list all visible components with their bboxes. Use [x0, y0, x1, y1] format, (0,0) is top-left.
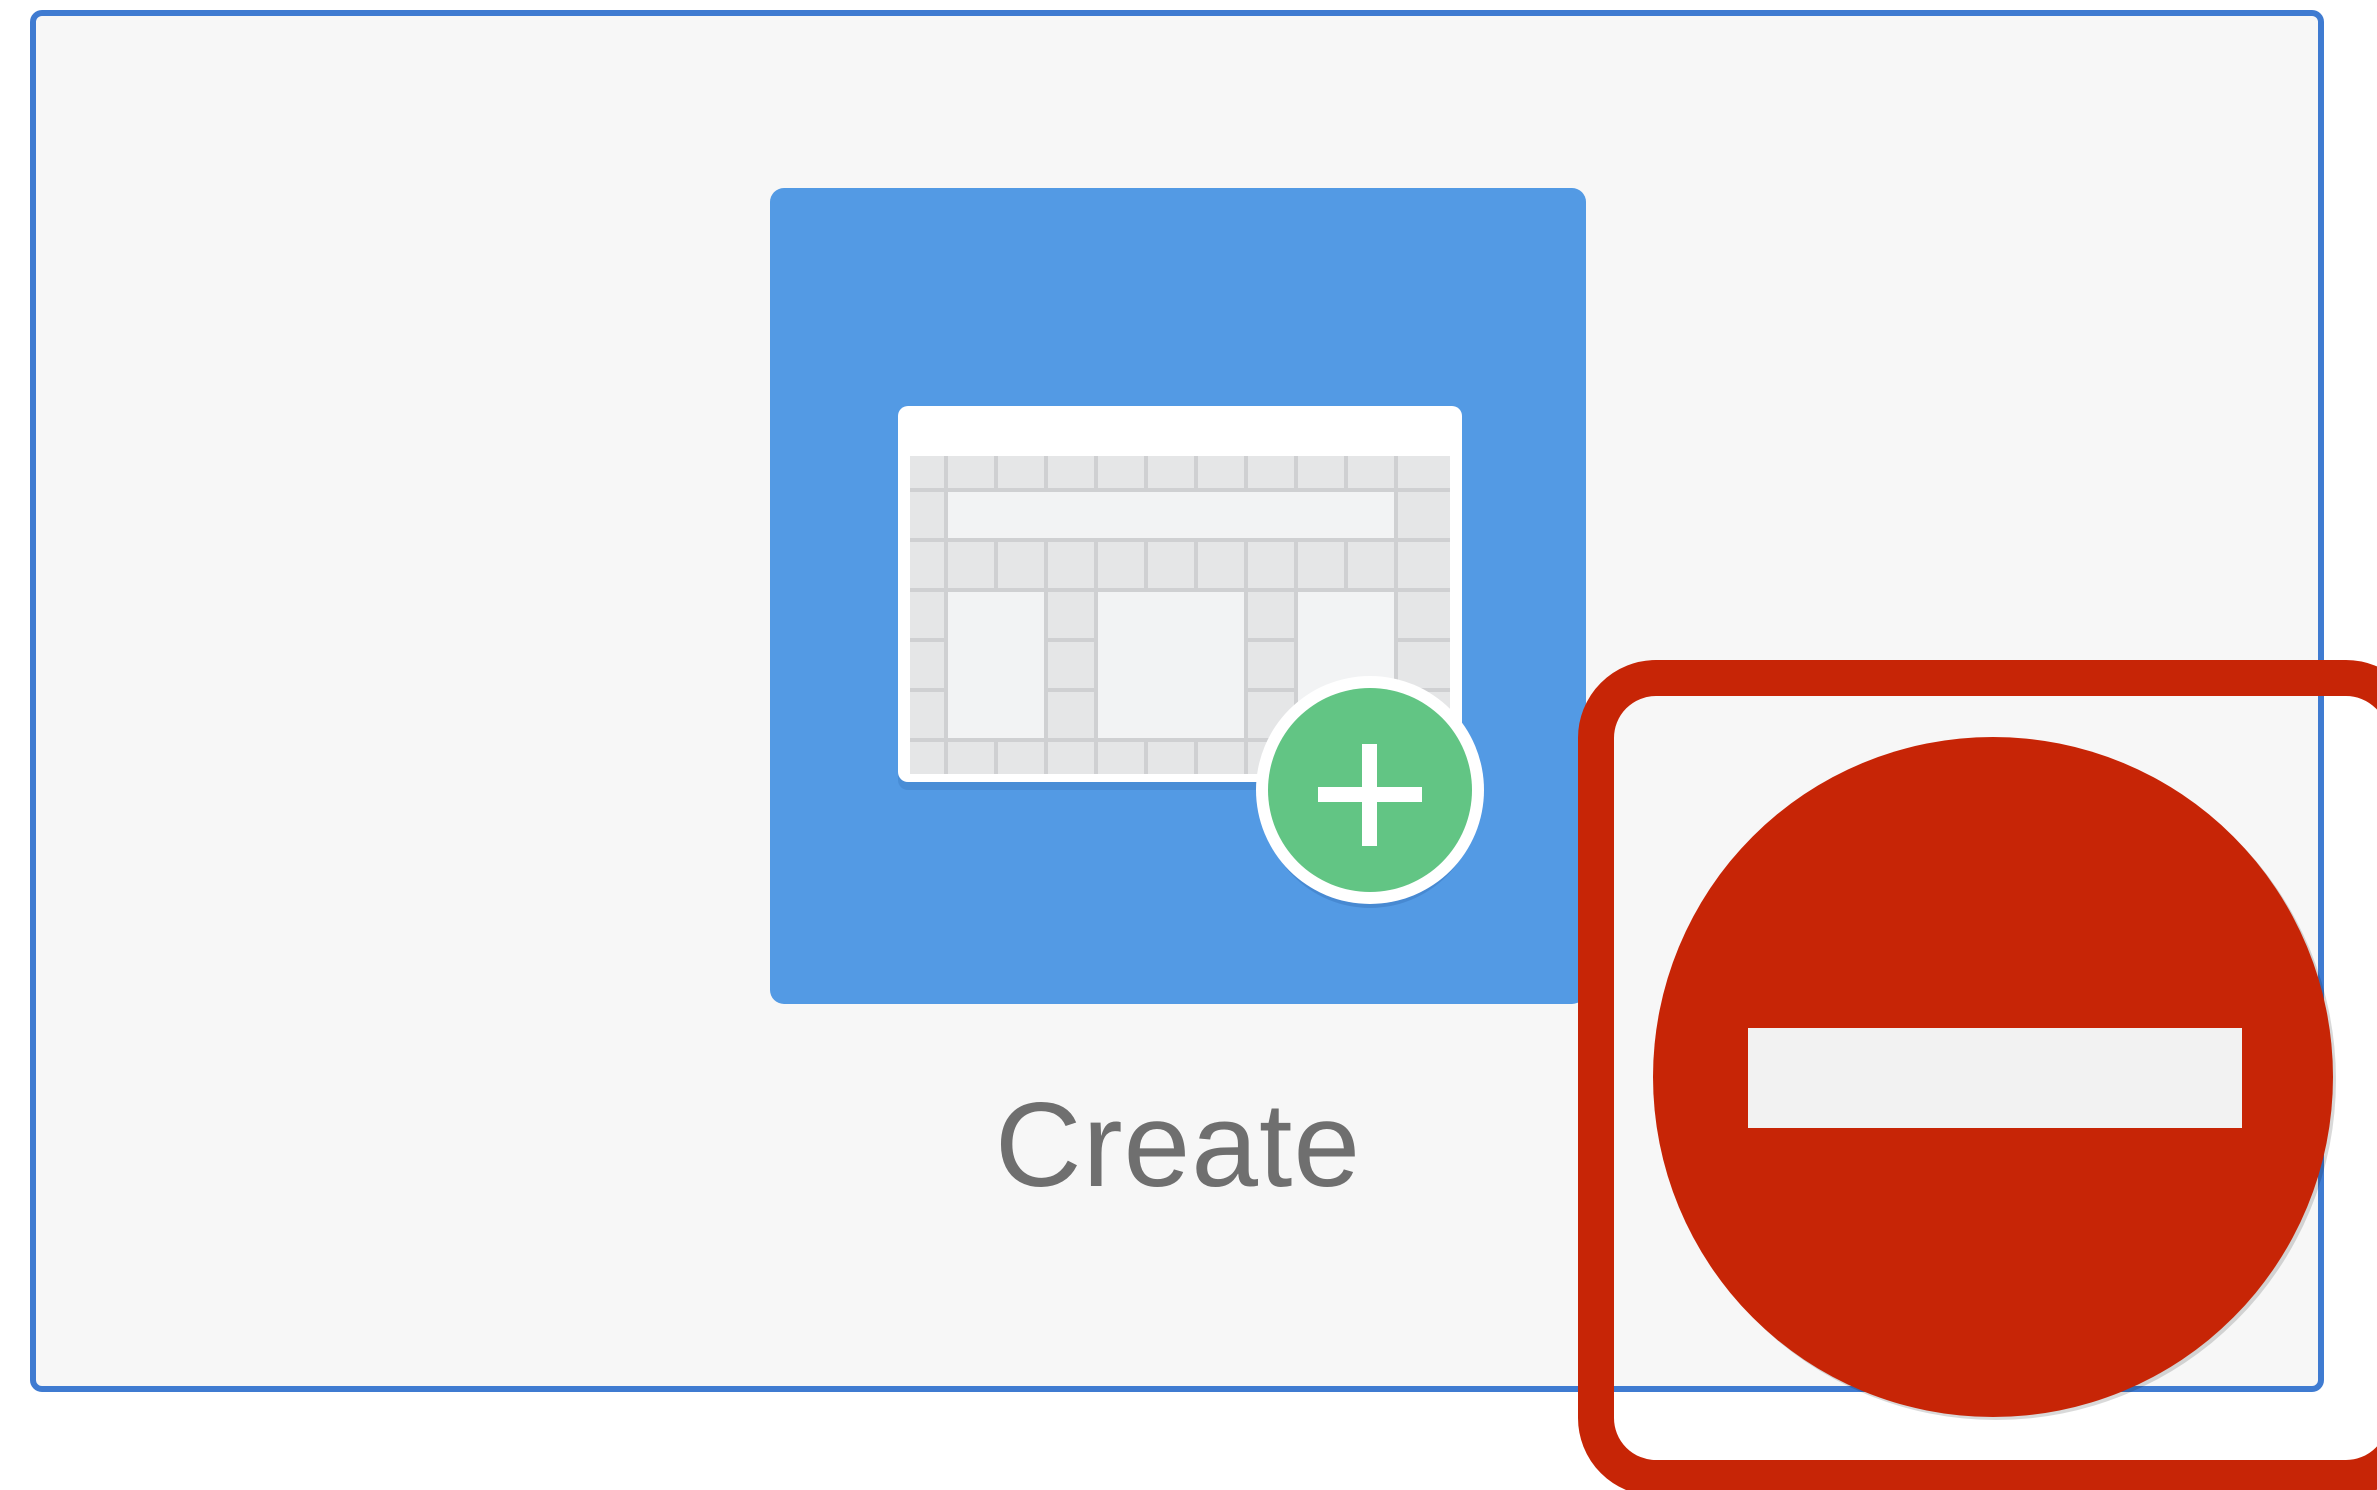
create-tile[interactable]: [770, 188, 1586, 1004]
no-entry-icon: [1578, 660, 2377, 1490]
no-entry-bar: [1748, 1028, 2242, 1128]
spreadsheet-add-icon: [770, 188, 1586, 1004]
no-entry-overlay: [1578, 660, 2377, 1490]
create-label: Create: [994, 1078, 1362, 1212]
